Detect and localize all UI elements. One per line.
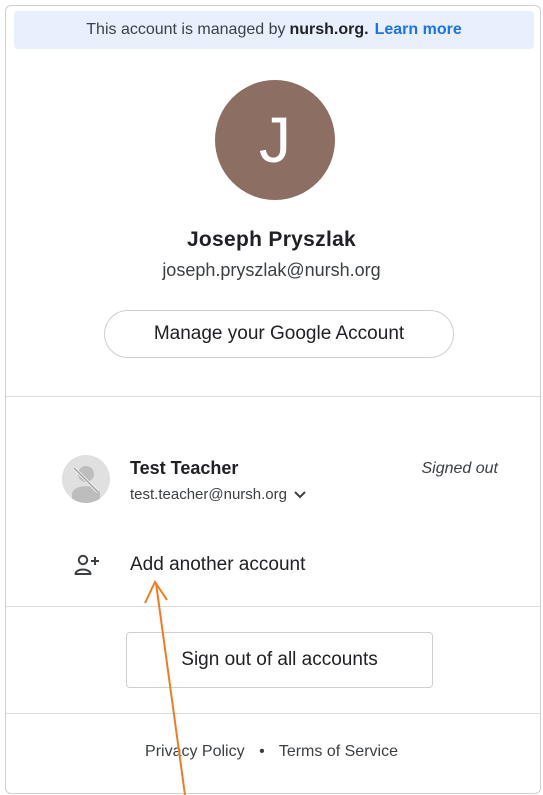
footer-links: Privacy Policy • Terms of Service bbox=[0, 743, 543, 761]
add-person-icon bbox=[74, 554, 100, 576]
sign-out-all-button[interactable]: Sign out of all accounts bbox=[126, 632, 433, 688]
banner-text: This account is managed by bbox=[86, 21, 286, 38]
add-another-account-button[interactable]: Add another account bbox=[6, 540, 540, 592]
managed-account-banner: This account is managed by nursh.org. Le… bbox=[14, 11, 534, 49]
divider bbox=[6, 713, 540, 714]
account-email: test.teacher@nursh.org bbox=[130, 486, 287, 503]
account-email-row: test.teacher@nursh.org bbox=[130, 486, 307, 503]
account-status: Signed out bbox=[421, 460, 498, 477]
banner-domain: nursh.org. bbox=[289, 21, 369, 38]
profile-email: joseph.pryszlak@nursh.org bbox=[162, 260, 381, 280]
terms-of-service-link[interactable]: Terms of Service bbox=[279, 743, 398, 760]
chevron-down-icon[interactable] bbox=[293, 490, 307, 500]
account-row-test-teacher[interactable]: Test Teacher test.teacher@nursh.org Sign… bbox=[6, 440, 540, 520]
manage-google-account-button[interactable]: Manage your Google Account bbox=[104, 310, 454, 358]
add-account-label: Add another account bbox=[130, 554, 306, 575]
profile-name: Joseph Pryszlak bbox=[186, 228, 357, 251]
learn-more-link[interactable]: Learn more bbox=[375, 21, 462, 39]
footer-separator: • bbox=[259, 743, 265, 760]
divider bbox=[6, 606, 540, 607]
signed-out-person-icon bbox=[62, 455, 110, 503]
profile-avatar[interactable]: J bbox=[215, 80, 335, 200]
account-name: Test Teacher bbox=[130, 458, 239, 478]
privacy-policy-link[interactable]: Privacy Policy bbox=[145, 743, 245, 760]
avatar-initial: J bbox=[259, 104, 291, 176]
divider bbox=[6, 396, 540, 397]
